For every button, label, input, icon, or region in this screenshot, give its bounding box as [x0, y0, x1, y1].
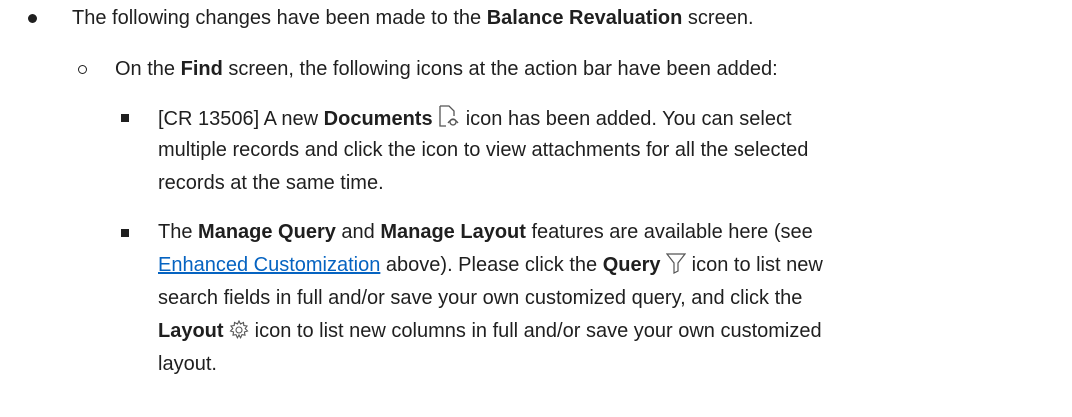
item1-line1: [CR 13506] A new Documents icon has been…: [158, 104, 1021, 135]
item1-line3: records at the same time.: [158, 172, 384, 194]
bullet-level1: [28, 14, 37, 23]
item2-line5: layout.: [158, 353, 217, 375]
bullet-square-1: [121, 114, 129, 122]
paragraph-level1: The following changes have been made to …: [72, 7, 754, 29]
gear-icon: [229, 319, 249, 347]
item1-line2: multiple records and click the icon to v…: [158, 139, 809, 161]
enhanced-customization-link[interactable]: Enhanced Customization: [158, 254, 380, 276]
item2-line2: Enhanced Customization above). Please cl…: [158, 252, 823, 281]
item2-line4: Layout icon to list new columns in full …: [158, 318, 822, 347]
filter-icon: [665, 252, 687, 281]
documents-icon: [438, 104, 460, 135]
paragraph-level2: On the Find screen, the following icons …: [115, 58, 778, 80]
bullet-level2: [78, 65, 87, 74]
item2-line1: The Manage Query and Manage Layout featu…: [158, 221, 813, 243]
item2-line3: search fields in full and/or save your o…: [158, 287, 803, 309]
bullet-square-2: [121, 229, 129, 237]
